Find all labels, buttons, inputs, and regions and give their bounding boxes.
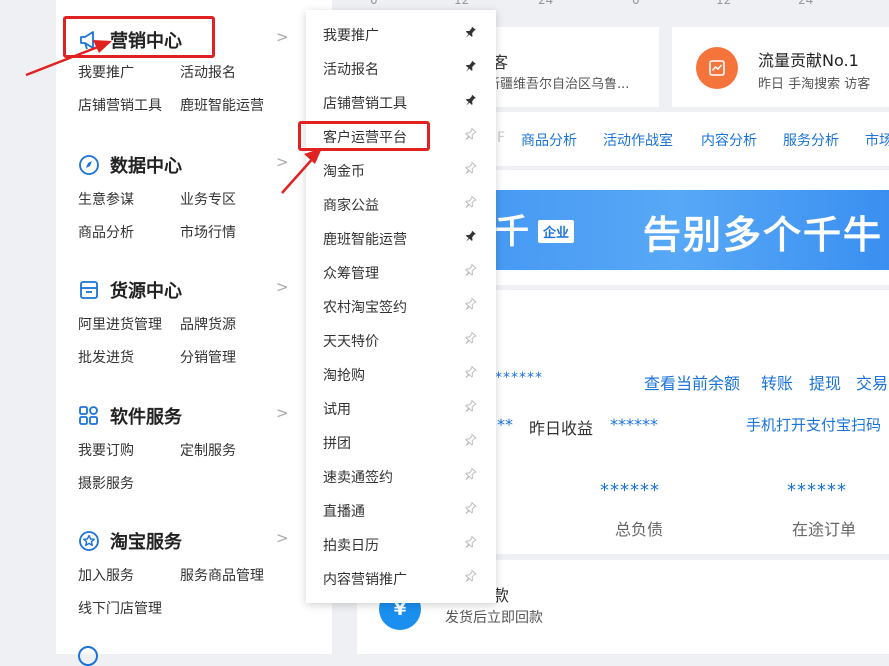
annotation-arrowhead [304,148,322,164]
annotation-arrow-line [281,155,316,194]
annotation-arrows [25,40,322,194]
annotation-arrow-line [25,43,104,77]
